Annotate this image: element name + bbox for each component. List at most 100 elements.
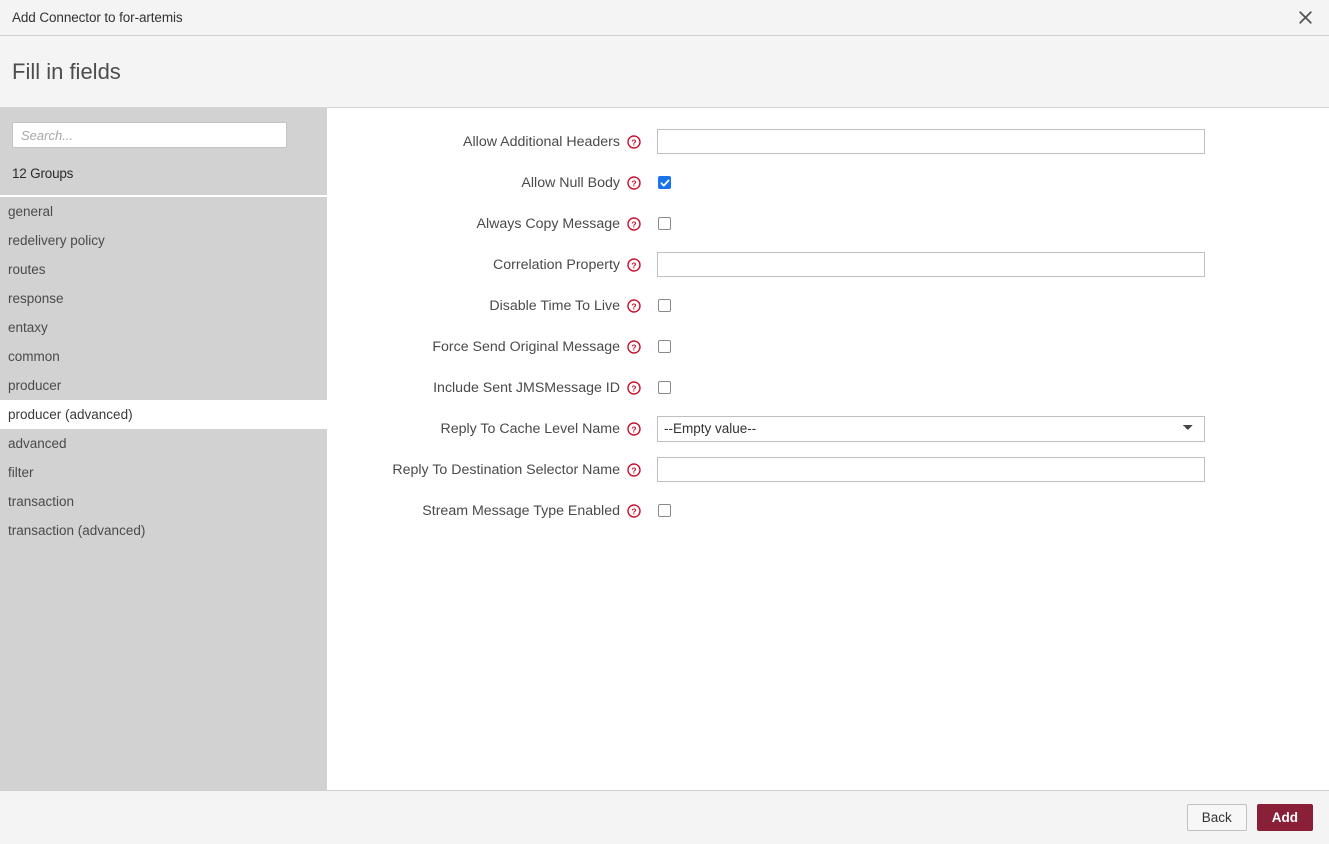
sidebar-item-label: transaction (advanced) <box>8 523 146 538</box>
form-control-allow-additional-headers <box>649 129 1329 154</box>
sidebar-item-general[interactable]: general <box>0 197 327 226</box>
help-circle-icon[interactable]: ? <box>627 134 641 149</box>
label-text: Force Send Original Message <box>432 338 620 355</box>
search-input[interactable] <box>12 122 287 148</box>
sidebar-item-label: filter <box>8 465 34 480</box>
label-text: Reply To Cache Level Name <box>440 420 620 437</box>
form-control-correlation-property <box>649 252 1329 277</box>
group-list: general redelivery policy routes response en… <box>0 197 327 545</box>
sidebar-item-label: routes <box>8 262 46 277</box>
checkbox-stream-message-type-enabled[interactable] <box>658 504 671 517</box>
input-allow-additional-headers[interactable] <box>657 129 1205 154</box>
sidebar-item-transaction-advanced[interactable]: transaction (advanced) <box>0 516 327 545</box>
help-circle-icon[interactable]: ? <box>627 462 641 477</box>
page-title: Fill in fields <box>12 58 121 84</box>
sidebar-item-filter[interactable]: filter <box>0 458 327 487</box>
sidebar-item-routes[interactable]: routes <box>0 255 327 284</box>
help-circle-icon[interactable]: ? <box>627 503 641 518</box>
form-label-force-send-original-message: Force Send Original Message? <box>327 339 649 355</box>
form-control-force-send-original-message <box>649 340 1329 353</box>
sidebar-item-label: redelivery policy <box>8 233 105 248</box>
form-control-include-sent-jmsmessage-id <box>649 381 1329 394</box>
input-reply-to-destination-selector-name[interactable] <box>657 457 1205 482</box>
svg-text:?: ? <box>631 178 636 188</box>
sidebar-item-label: response <box>8 291 64 306</box>
form-label-include-sent-jmsmessage-id: Include Sent JMSMessage ID? <box>327 380 649 396</box>
sidebar-item-label: transaction <box>8 494 75 509</box>
label-text: Correlation Property <box>493 256 620 273</box>
sidebar-item-advanced[interactable]: advanced <box>0 429 327 458</box>
add-button[interactable]: Add <box>1256 804 1313 831</box>
form-row-force-send-original-message: Force Send Original Message? <box>327 326 1329 367</box>
svg-text:?: ? <box>631 383 636 393</box>
sidebar-item-transaction[interactable]: transaction <box>0 487 327 516</box>
sidebar-filler <box>0 545 327 790</box>
form-control-allow-null-body <box>649 176 1329 189</box>
checkbox-always-copy-message[interactable] <box>658 217 671 230</box>
sidebar-item-response[interactable]: response <box>0 284 327 313</box>
label-text: Reply To Destination Selector Name <box>392 461 620 478</box>
form-label-reply-to-destination-selector-name: Reply To Destination Selector Name? <box>327 462 649 478</box>
label-text: Include Sent JMSMessage ID <box>433 379 620 396</box>
form-row-include-sent-jmsmessage-id: Include Sent JMSMessage ID? <box>327 367 1329 408</box>
help-circle-icon[interactable]: ? <box>627 175 641 190</box>
form-row-reply-to-cache-level-name: Reply To Cache Level Name? --Empty value-… <box>327 408 1329 449</box>
form-label-disable-time-to-live: Disable Time To Live? <box>327 298 649 314</box>
input-correlation-property[interactable] <box>657 252 1205 277</box>
help-circle-icon[interactable]: ? <box>627 216 641 231</box>
sidebar-item-common[interactable]: common <box>0 342 327 371</box>
checkbox-force-send-original-message[interactable] <box>658 340 671 353</box>
add-connector-dialog: Add Connector to for-artemis Fill in fie… <box>0 0 1329 844</box>
groups-count-label: 12 Groups <box>0 148 327 197</box>
form-row-always-copy-message: Always Copy Message? <box>327 203 1329 244</box>
dialog-body: 12 Groups general redelivery policy routes… <box>0 108 1329 790</box>
help-circle-icon[interactable]: ? <box>627 298 641 313</box>
help-circle-icon[interactable]: ? <box>627 257 641 272</box>
sidebar-item-producer-advanced[interactable]: producer (advanced) <box>0 400 327 429</box>
label-text: Always Copy Message <box>476 215 620 232</box>
sidebar-item-label: advanced <box>8 436 67 451</box>
svg-text:?: ? <box>631 506 636 516</box>
help-circle-icon[interactable]: ? <box>627 339 641 354</box>
label-text: Allow Additional Headers <box>463 133 620 150</box>
form-row-reply-to-destination-selector-name: Reply To Destination Selector Name? <box>327 449 1329 490</box>
svg-text:?: ? <box>631 137 636 147</box>
label-text: Stream Message Type Enabled <box>422 502 620 519</box>
form-row-allow-null-body: Allow Null Body? <box>327 162 1329 203</box>
groups-sidebar: 12 Groups general redelivery policy routes… <box>0 108 327 790</box>
sidebar-item-entaxy[interactable]: entaxy <box>0 313 327 342</box>
form-row-allow-additional-headers: Allow Additional Headers? <box>327 121 1329 162</box>
dialog-titlebar: Add Connector to for-artemis <box>0 0 1329 36</box>
form-control-stream-message-type-enabled <box>649 504 1329 517</box>
label-text: Allow Null Body <box>521 174 620 191</box>
form-label-reply-to-cache-level-name: Reply To Cache Level Name? <box>327 421 649 437</box>
search-wrapper <box>0 122 327 148</box>
form-label-always-copy-message: Always Copy Message? <box>327 216 649 232</box>
help-circle-icon[interactable]: ? <box>627 421 641 436</box>
help-circle-icon[interactable]: ? <box>627 380 641 395</box>
svg-text:?: ? <box>631 342 636 352</box>
form-control-reply-to-cache-level-name: --Empty value-- <box>649 415 1329 442</box>
back-button[interactable]: Back <box>1186 804 1247 831</box>
checkbox-allow-null-body[interactable] <box>658 176 671 189</box>
sidebar-item-redelivery-policy[interactable]: redelivery policy <box>0 226 327 255</box>
svg-text:?: ? <box>631 301 636 311</box>
close-icon[interactable] <box>1291 4 1319 32</box>
label-text: Disable Time To Live <box>489 297 620 314</box>
checkbox-include-sent-jmsmessage-id[interactable] <box>658 381 671 394</box>
form-label-correlation-property: Correlation Property? <box>327 257 649 273</box>
form-row-stream-message-type-enabled: Stream Message Type Enabled? <box>327 490 1329 531</box>
form-label-allow-additional-headers: Allow Additional Headers? <box>327 134 649 150</box>
checkbox-disable-time-to-live[interactable] <box>658 299 671 312</box>
sidebar-item-label: producer <box>8 378 62 393</box>
form-control-disable-time-to-live <box>649 299 1329 312</box>
dialog-footer: Back Add <box>0 790 1329 844</box>
form-control-always-copy-message <box>649 217 1329 230</box>
sidebar-item-label: general <box>8 204 54 219</box>
form-row-correlation-property: Correlation Property? <box>327 244 1329 285</box>
sidebar-item-producer[interactable]: producer <box>0 371 327 400</box>
select-reply-to-cache-level-name[interactable]: --Empty value-- <box>657 415 1205 442</box>
svg-text:?: ? <box>631 219 636 229</box>
step-header: Fill in fields <box>0 36 1329 108</box>
svg-text:?: ? <box>631 424 636 434</box>
